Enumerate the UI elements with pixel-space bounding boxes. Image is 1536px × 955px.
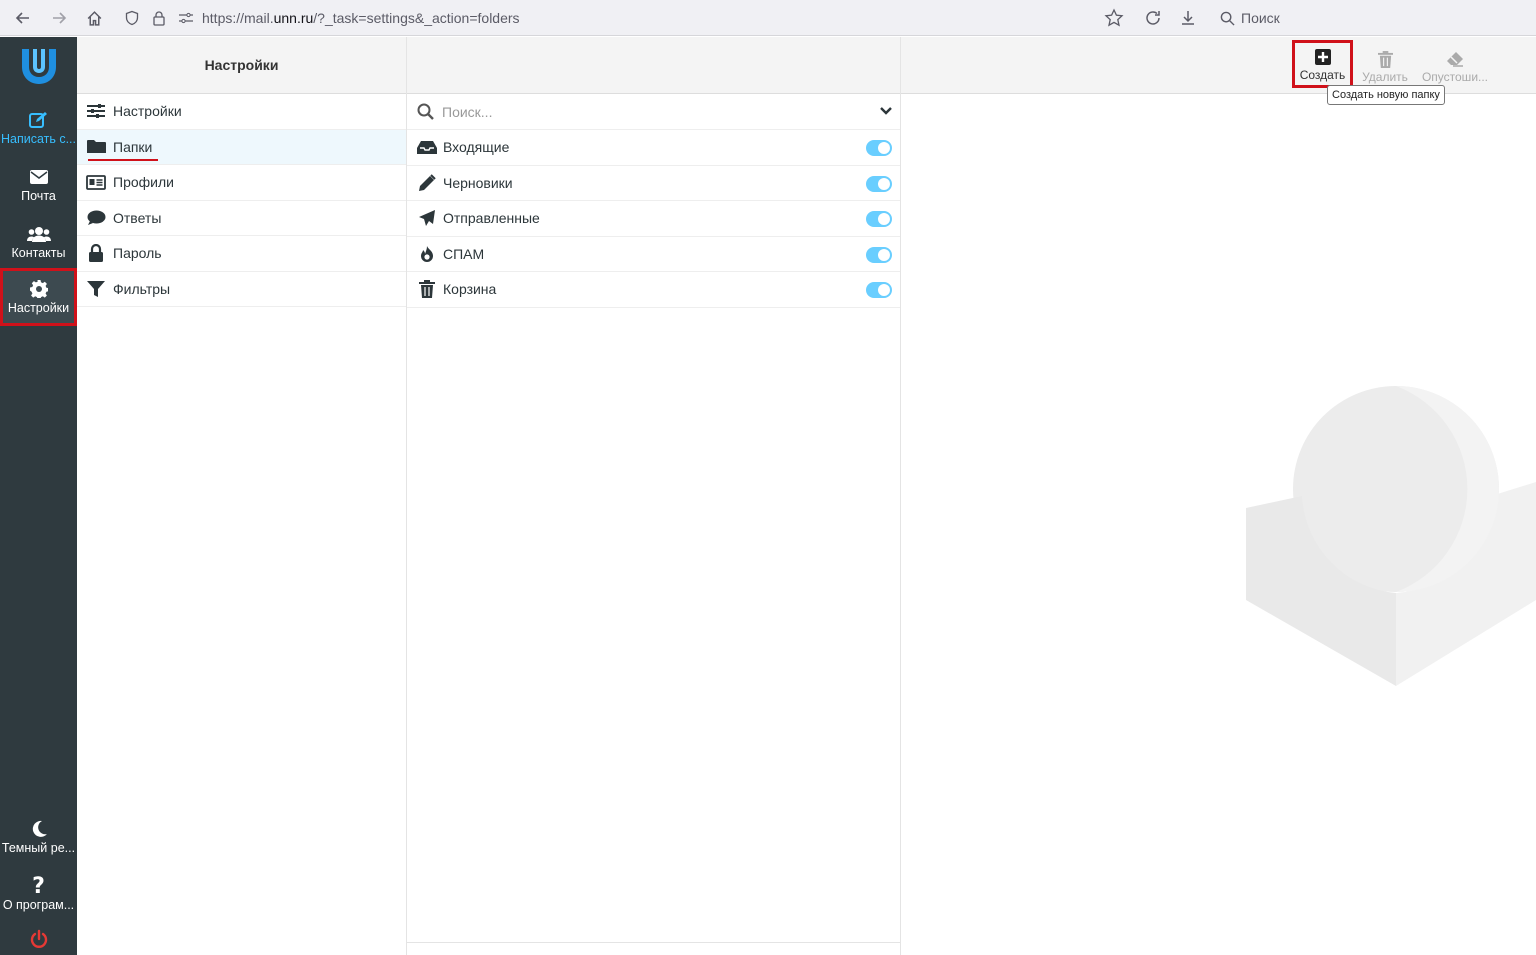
settings-item-folders[interactable]: Папки: [77, 129, 406, 165]
search-icon: [417, 103, 434, 120]
permissions-icon: [179, 12, 193, 24]
lock-icon: [153, 11, 165, 26]
folder-search-placeholder: Поиск...: [442, 103, 493, 120]
trash-icon: [1377, 48, 1393, 70]
pencil-icon: [417, 173, 437, 193]
unn-logo-icon[interactable]: [19, 45, 59, 87]
chevron-down-icon[interactable]: [880, 103, 892, 119]
folder-row-drafts[interactable]: Черновики: [407, 166, 900, 201]
folder-details-pane: Создать Удалить Опустоши... Создать нову…: [901, 37, 1536, 955]
moon-icon: [30, 819, 48, 839]
sliders-icon: [85, 101, 107, 121]
nav-about[interactable]: ? О програм...: [0, 866, 77, 922]
compose-label: Написать с...: [0, 132, 77, 146]
users-icon: [26, 224, 51, 244]
nav-settings-label: Настройки: [7, 301, 70, 315]
bookmark-star-icon[interactable]: [1104, 8, 1124, 33]
purge-folder-button[interactable]: Опустоши...: [1419, 43, 1491, 89]
settings-panel: Настройки Настройки Папки Профили Ответы…: [77, 37, 407, 955]
folder-label: СПАМ: [443, 245, 485, 262]
delete-label: Удалить: [1362, 70, 1408, 84]
settings-item-label: Папки: [113, 138, 153, 155]
settings-item-identities[interactable]: Профили: [77, 165, 406, 201]
envelope-icon: [29, 167, 48, 187]
inbox-icon: [417, 137, 437, 157]
folders-panel: Поиск... Входящие Черновики Отправленные…: [407, 37, 901, 955]
nav-mail[interactable]: Почта: [0, 157, 77, 213]
comment-icon: [85, 208, 107, 228]
settings-item-password[interactable]: Пароль: [77, 236, 406, 272]
compose-button[interactable]: Написать с...: [0, 100, 77, 156]
nav-mail-label: Почта: [21, 189, 56, 203]
settings-item-label: Фильтры: [113, 280, 171, 297]
settings-item-preferences[interactable]: Настройки: [77, 94, 406, 130]
folders-panel-footer-divider: [407, 942, 901, 943]
delete-folder-button[interactable]: Удалить: [1359, 43, 1411, 89]
search-icon: [1220, 11, 1235, 26]
filter-icon: [85, 279, 107, 299]
url-text: https://mail.unn.ru/?_task=settings&_act…: [202, 10, 520, 26]
create-label: Создать: [1299, 68, 1346, 82]
folder-search-input[interactable]: Поиск...: [407, 94, 900, 130]
paper-plane-icon: [417, 208, 437, 228]
folder-row-trash[interactable]: Корзина: [407, 272, 900, 308]
folder-icon: [85, 137, 107, 157]
purge-label: Опустоши...: [1421, 70, 1489, 84]
question-icon: ?: [32, 873, 45, 899]
folder-label: Входящие: [443, 139, 510, 156]
gear-icon: [29, 279, 48, 299]
id-card-icon: [85, 172, 107, 192]
subscribe-toggle[interactable]: [866, 282, 892, 298]
folder-row-sent[interactable]: Отправленные: [407, 201, 900, 237]
folder-label: Черновики: [443, 174, 513, 191]
address-bar[interactable]: https://mail.unn.ru/?_task=settings&_act…: [118, 3, 1130, 33]
nav-contacts[interactable]: Контакты: [0, 214, 77, 270]
settings-item-label: Настройки: [113, 103, 182, 120]
settings-item-filters[interactable]: Фильтры: [77, 272, 406, 307]
power-icon[interactable]: [29, 929, 49, 954]
settings-item-label: Профили: [113, 174, 174, 191]
folder-row-inbox[interactable]: Входящие: [407, 130, 900, 166]
subscribe-toggle[interactable]: [866, 175, 892, 192]
shield-icon: [125, 10, 139, 26]
settings-item-label: Пароль: [113, 245, 162, 262]
browser-search-placeholder: Поиск: [1241, 10, 1280, 26]
settings-panel-title: Настройки: [77, 37, 406, 94]
nav-settings[interactable]: Настройки: [0, 268, 77, 326]
roundcube-watermark-icon: [1246, 386, 1536, 686]
folders-panel-header: [407, 37, 900, 94]
dark-mode-toggle[interactable]: Темный ре...: [0, 809, 77, 865]
reload-icon[interactable]: [1143, 8, 1163, 33]
app-navigation: Написать с... Почта Контакты Настройки Т…: [0, 37, 77, 955]
dark-mode-label: Темный ре...: [1, 841, 76, 855]
nav-about-label: О програм...: [2, 898, 75, 912]
folder-label: Корзина: [443, 281, 497, 298]
home-icon[interactable]: [82, 6, 106, 30]
folder-label: Отправленные: [443, 210, 540, 227]
back-icon[interactable]: [11, 6, 35, 30]
nav-contacts-label: Контакты: [11, 246, 66, 260]
trash-icon: [417, 279, 437, 299]
eraser-icon: [1446, 48, 1464, 70]
folder-toolbar: Создать Удалить Опустоши... Создать нову…: [901, 37, 1536, 105]
browser-search-box[interactable]: Поиск: [1212, 3, 1536, 33]
plus-square-icon: [1314, 46, 1331, 68]
selection-underline: [88, 158, 158, 161]
fire-icon: [417, 244, 437, 264]
create-tooltip: Создать новую папку: [1327, 85, 1445, 105]
download-icon[interactable]: [1178, 8, 1198, 33]
forward-icon[interactable]: [47, 6, 71, 30]
create-folder-button[interactable]: Создать: [1292, 40, 1353, 88]
subscribe-toggle[interactable]: [866, 246, 892, 263]
subscribe-toggle[interactable]: [866, 211, 892, 227]
folder-row-spam[interactable]: СПАМ: [407, 237, 900, 272]
settings-item-label: Ответы: [113, 209, 162, 226]
subscribe-toggle[interactable]: [866, 140, 892, 156]
lock-icon: [85, 243, 107, 263]
settings-item-responses[interactable]: Ответы: [77, 201, 406, 236]
browser-toolbar: https://mail.unn.ru/?_task=settings&_act…: [0, 0, 1536, 36]
compose-icon: [28, 110, 49, 130]
